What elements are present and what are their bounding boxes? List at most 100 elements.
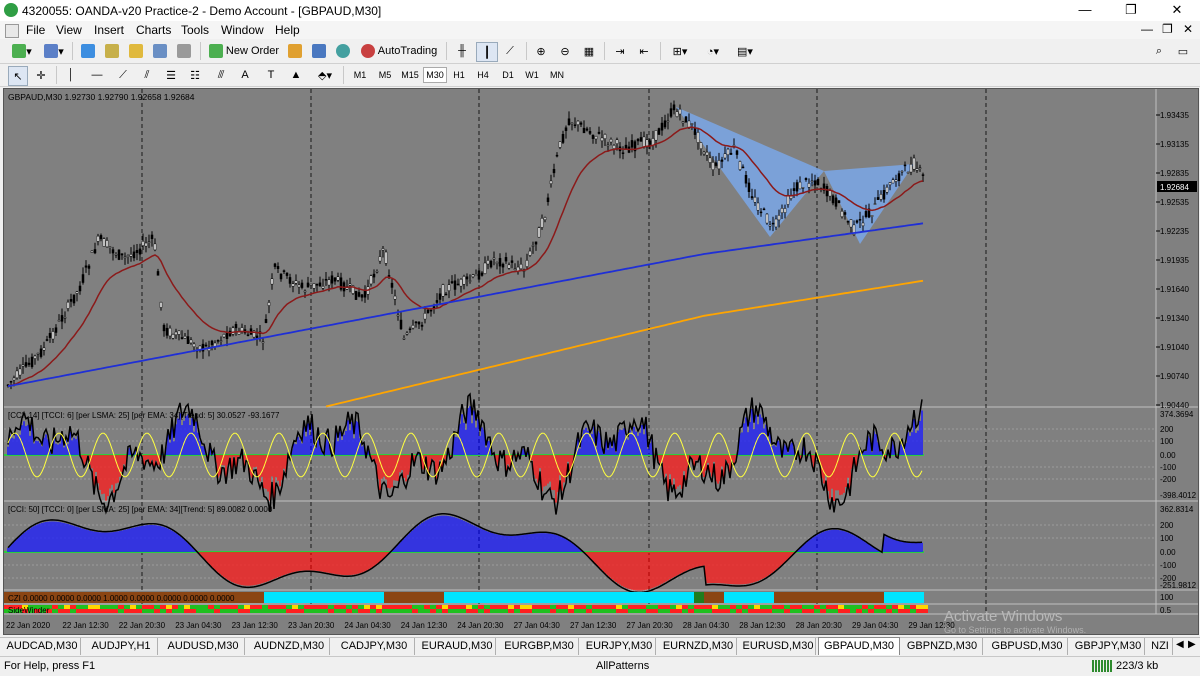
tab-scroll-left[interactable]: ◀ xyxy=(1176,639,1184,650)
menu-charts[interactable]: Charts xyxy=(136,23,171,37)
czi-scale: 100 xyxy=(1160,593,1174,602)
window-title: 4320055: OANDA-v20 Practice-2 - Demo Acc… xyxy=(22,4,382,18)
search-icon[interactable]: ⌕ xyxy=(1150,42,1168,60)
navigator-icon[interactable] xyxy=(126,42,146,60)
chat-icon[interactable]: ▭ xyxy=(1174,42,1192,60)
crosshair-icon[interactable]: ✛ xyxy=(32,66,50,84)
tab-gbpusd[interactable]: GBPUSD,M30 xyxy=(987,638,1068,655)
market-icon[interactable] xyxy=(333,42,353,60)
bar-chart-icon[interactable]: ╫ xyxy=(452,42,472,60)
timeframe-m1[interactable]: M1 xyxy=(349,67,371,83)
minimize-button[interactable]: — xyxy=(1062,0,1108,21)
new-chart-icon[interactable]: ▾ xyxy=(8,42,36,60)
auto-scroll-icon[interactable]: ⇥ xyxy=(610,42,630,60)
menu-tools[interactable]: Tools xyxy=(181,23,209,37)
close-button[interactable]: ✕ xyxy=(1154,0,1200,21)
mdi-close-button[interactable]: ✕ xyxy=(1183,22,1193,36)
menu-view[interactable]: View xyxy=(56,23,82,37)
tab-gbpaud[interactable]: GBPAUD,M30 xyxy=(818,637,900,655)
market-watch-icon[interactable] xyxy=(78,42,98,60)
tab-eurusd[interactable]: EURUSD,M30 xyxy=(741,638,816,655)
arrow-up-icon[interactable]: ▲ xyxy=(287,66,305,84)
timeframe-m15[interactable]: M15 xyxy=(399,67,421,83)
tester-icon[interactable] xyxy=(174,42,194,60)
tab-scroll-right[interactable]: ▶ xyxy=(1188,639,1196,650)
timeframe-d1[interactable]: D1 xyxy=(497,67,519,83)
shapes-icon[interactable]: ⬘▾ xyxy=(313,66,337,84)
text-label-icon[interactable]: T xyxy=(262,66,280,84)
channel-icon[interactable]: ⫽ xyxy=(138,66,156,84)
fibo-fan-icon[interactable]: ☷ xyxy=(186,66,204,84)
new-order-button[interactable]: New Order xyxy=(207,42,281,60)
vertical-line-icon[interactable]: │ xyxy=(62,66,80,84)
price-label: 1.93435 xyxy=(1160,111,1189,120)
cci14-scale-label: 374.3694 xyxy=(1160,410,1194,419)
mdi-minimize-button[interactable]: — xyxy=(1141,22,1153,36)
tab-euraud[interactable]: EURAUD,M30 xyxy=(419,638,496,655)
menu-help[interactable]: Help xyxy=(275,23,300,37)
tab-audnzd[interactable]: AUDNZD,M30 xyxy=(249,638,330,655)
tab-eurjpy[interactable]: EURJPY,M30 xyxy=(583,638,656,655)
timeframe-mn[interactable]: MN xyxy=(546,67,568,83)
indicators-icon[interactable]: ⊞▾ xyxy=(666,42,694,60)
restore-button[interactable]: ❐ xyxy=(1108,0,1154,21)
periods-icon[interactable]: ◔▾ xyxy=(699,42,727,60)
menu-window[interactable]: Window xyxy=(221,23,264,37)
mdi-restore-button[interactable]: ❐ xyxy=(1162,22,1173,36)
time-label: 27 Jan 04:30 xyxy=(514,621,561,630)
tab-gbpnzd[interactable]: GBPNZD,M30 xyxy=(902,638,983,655)
zoom-in-icon[interactable]: ⊕ xyxy=(531,42,551,60)
signals-icon[interactable] xyxy=(309,42,329,60)
data-window-icon[interactable] xyxy=(102,42,122,60)
timeframe-h4[interactable]: H4 xyxy=(472,67,494,83)
sidewinder-scale: 0.5 xyxy=(1160,606,1172,615)
gann-icon[interactable]: ⫻ xyxy=(212,66,230,84)
chart-tabs: AUDCAD,M30 AUDJPY,H1 AUDUSD,M30 AUDNZD,M… xyxy=(0,637,1200,656)
cci14-scale-label: 100 xyxy=(1160,437,1174,446)
price-label: 1.90440 xyxy=(1160,401,1189,410)
chart-shift-icon[interactable]: ⇤ xyxy=(634,42,654,60)
horizontal-line-icon[interactable]: — xyxy=(88,66,106,84)
tab-eurnzd[interactable]: EURNZD,M30 xyxy=(660,638,737,655)
timeframe-h1[interactable]: H1 xyxy=(448,67,470,83)
timeframe-m5[interactable]: M5 xyxy=(374,67,396,83)
cci14-scale-label: -398.4012 xyxy=(1160,491,1197,500)
tab-audusd[interactable]: AUDUSD,M30 xyxy=(162,638,245,655)
time-label: 29 Jan 04:30 xyxy=(852,621,899,630)
menu-file[interactable]: File xyxy=(26,23,45,37)
time-label: 23 Jan 20:30 xyxy=(288,621,335,630)
status-traffic: 223/3 kb xyxy=(1116,660,1159,672)
cci50-scale-label: -251.9812 xyxy=(1160,581,1197,590)
fibonacci-icon[interactable]: ☰ xyxy=(162,66,180,84)
cci50-scale-label: 0.00 xyxy=(1160,548,1176,557)
trendline-icon[interactable]: ⟋ xyxy=(114,66,132,84)
tab-audjpy[interactable]: AUDJPY,H1 xyxy=(85,638,158,655)
candlestick-icon[interactable]: ┃ xyxy=(476,42,498,62)
tab-nzi[interactable]: NZI xyxy=(1148,638,1173,655)
text-icon[interactable]: A xyxy=(236,66,254,84)
line-chart-icon[interactable]: ⟋ xyxy=(500,42,520,60)
timeframe-m30[interactable]: M30 xyxy=(423,67,447,83)
tab-eurgbp[interactable]: EURGBP,M30 xyxy=(500,638,579,655)
chart-window[interactable]: 1.93435 1.93135 1.92835 1.92535 1.92235 1.919… xyxy=(3,88,1199,635)
timeframe-w1[interactable]: W1 xyxy=(521,67,543,83)
time-label: 24 Jan 20:30 xyxy=(457,621,504,630)
tab-audcad[interactable]: AUDCAD,M30 xyxy=(4,638,81,655)
terminal-icon[interactable] xyxy=(150,42,170,60)
cursor-icon[interactable]: ↖ xyxy=(8,66,28,86)
title-bar: 4320055: OANDA-v20 Practice-2 - Demo Acc… xyxy=(0,0,1200,22)
tab-cadjpy[interactable]: CADJPY,M30 xyxy=(334,638,415,655)
price-label: 1.91640 xyxy=(1160,285,1189,294)
price-label: 1.93135 xyxy=(1160,140,1189,149)
tab-gbpjpy[interactable]: GBPJPY,M30 xyxy=(1072,638,1145,655)
metaeditor-icon[interactable] xyxy=(285,42,305,60)
autotrading-button[interactable]: AutoTrading xyxy=(358,42,440,60)
watermark-text: Activate Windows xyxy=(944,608,1062,625)
templates-icon[interactable]: ▤▾ xyxy=(731,42,759,60)
zoom-out-icon[interactable]: ⊖ xyxy=(555,42,575,60)
tile-windows-icon[interactable]: ▦ xyxy=(579,42,599,60)
price-label: 1.91340 xyxy=(1160,314,1189,323)
profiles-icon[interactable]: ▾ xyxy=(40,42,68,60)
chart-canvas[interactable]: 1.93435 1.93135 1.92835 1.92535 1.92235 1.919… xyxy=(4,89,1198,635)
menu-insert[interactable]: Insert xyxy=(94,23,124,37)
